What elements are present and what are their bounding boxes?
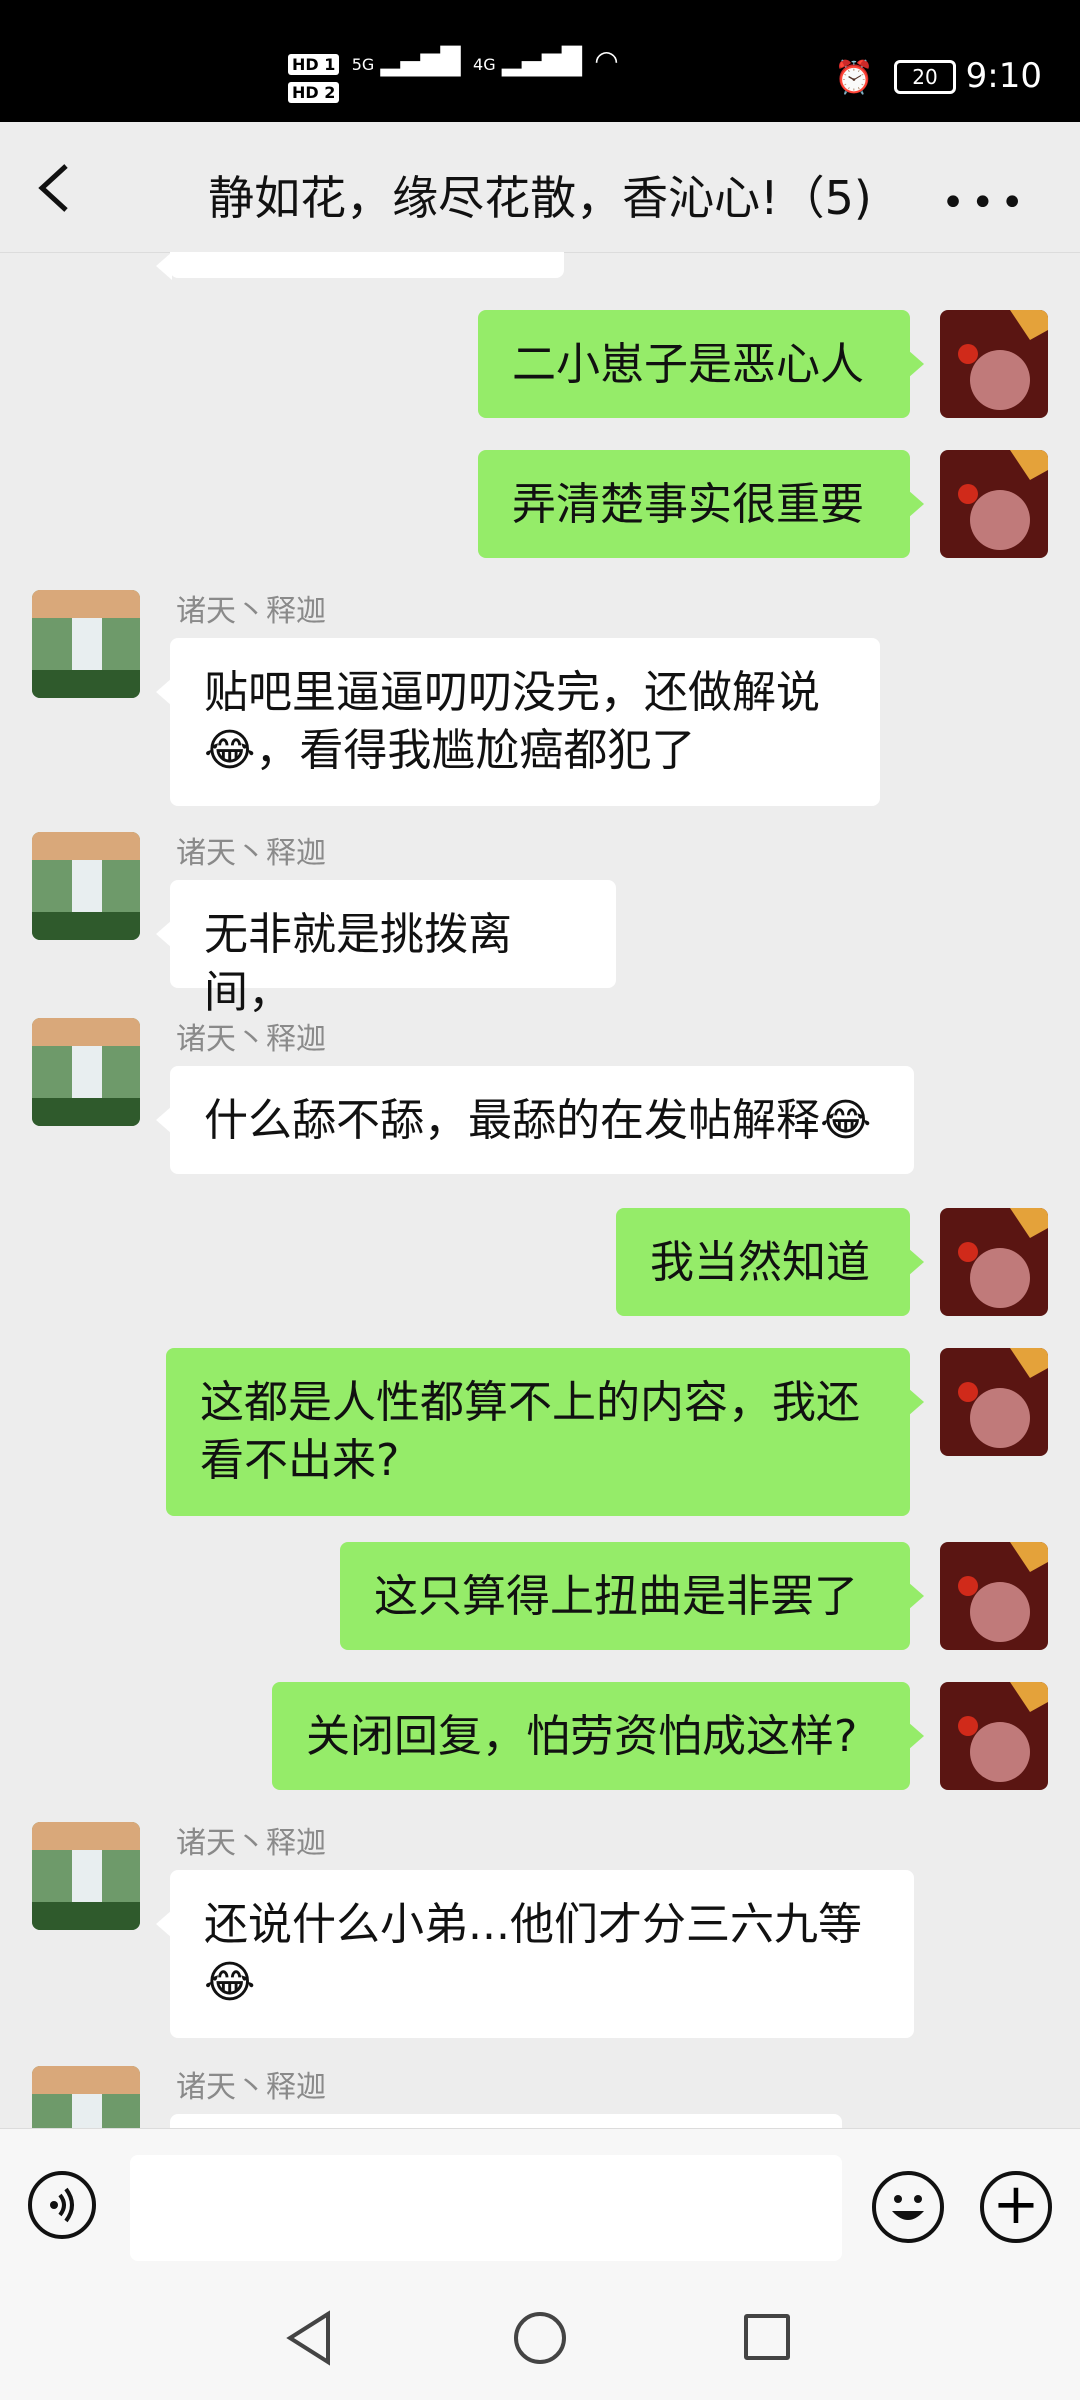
message-text: 什么舔不舔，最舔的在发帖解释😂 (204, 1095, 872, 1146)
clock: 9:10 (965, 56, 1042, 96)
plus-icon[interactable]: + (980, 2171, 1052, 2243)
message-list[interactable]: 二小崽子是恶心人 弄清楚事实很重要 诸天丶释迦 贴吧里逼逼叨叨没完，还做解说 😂… (0, 252, 1080, 2128)
more-options-icon[interactable]: ••• (941, 180, 1030, 226)
message-bubble[interactable]: 这都是人性都算不上的内容，我还 看不出来? (166, 1348, 924, 1516)
alarm-icon: ⏰ (834, 58, 874, 96)
message-text-line: 😂，看得我尴尬癌都犯了 (204, 725, 696, 776)
hd2-badge: HD 2 (288, 82, 340, 103)
network-5g: 5G (351, 55, 375, 74)
sender-name: 诸天丶释迦 (176, 1022, 326, 1057)
message-bubble[interactable]: 这只算得上扭曲是非罢了 (340, 1542, 924, 1650)
system-nav-bar (0, 2284, 1080, 2400)
message-bubble[interactable]: 贴吧里逼逼叨叨没完，还做解说 😂，看得我尴尬癌都犯了 (156, 638, 880, 806)
my-avatar[interactable] (940, 1542, 1048, 1650)
message-text-line: 这都是人性都算不上的内容，我还 (200, 1377, 860, 1428)
message-bubble[interactable]: 关闭回复，怕劳资怕成这样? (272, 1682, 924, 1790)
message-bubble[interactable]: 二小崽子是恶心人 (478, 310, 924, 418)
sender-avatar[interactable] (32, 1018, 140, 1126)
my-avatar[interactable] (940, 450, 1048, 558)
sender-name: 诸天丶释迦 (176, 2070, 326, 2105)
message-text-line: 还说什么小弟...他们才分三六九等 (204, 1899, 862, 1950)
nav-home-icon[interactable] (514, 2312, 566, 2364)
message-bubble[interactable]: 我当然知道 (616, 1208, 924, 1316)
message-text: 关闭回复，怕劳资怕成这样? (306, 1711, 858, 1762)
sender-name: 诸天丶释迦 (176, 836, 326, 871)
signal-icon: ▂▄▆█ (380, 47, 461, 77)
battery-icon: 20 (894, 60, 956, 94)
signal-indicators: HD 1 5G ▂▄▆█ 4G ▂▄▆█ ◠ HD 2 (288, 44, 619, 107)
my-avatar[interactable] (940, 310, 1048, 418)
input-bar: + (0, 2128, 1080, 2285)
my-avatar[interactable] (940, 1348, 1048, 1456)
chat-title: 静如花，缘尽花散，香沁心!（5) (208, 171, 872, 225)
message-bubble[interactable] (170, 2114, 842, 2128)
chat-header: 静如花，缘尽花散，香沁心!（5) ••• (0, 122, 1080, 253)
wifi-icon: ◠ (594, 44, 619, 77)
nav-back-icon[interactable] (284, 2308, 334, 2368)
message-text-line: 看不出来? (200, 1435, 400, 1486)
my-avatar[interactable] (940, 1682, 1048, 1790)
message-bubble[interactable]: 什么舔不舔，最舔的在发帖解释😂 (156, 1066, 914, 1174)
my-avatar[interactable] (940, 1208, 1048, 1316)
message-text: 我当然知道 (650, 1237, 870, 1288)
message-bubble[interactable]: 无非就是挑拨离间， (156, 880, 616, 1018)
message-bubble[interactable]: 还说什么小弟...他们才分三六九等 😂 (156, 1870, 914, 2038)
sender-name: 诸天丶释迦 (176, 1826, 326, 1861)
emoji-icon[interactable] (872, 2171, 944, 2243)
signal-icon-2: ▂▄▆█ (501, 47, 582, 77)
message-input[interactable] (130, 2155, 842, 2261)
message-text: 二小崽子是恶心人 (512, 339, 864, 390)
sender-avatar[interactable] (32, 1822, 140, 1930)
nav-recents-icon[interactable] (744, 2314, 790, 2360)
message-bubble[interactable]: 弄清楚事实很重要 (478, 450, 924, 558)
message-text: 无非就是挑拨离间， (204, 909, 512, 1018)
sender-avatar[interactable] (32, 832, 140, 940)
status-bar: HD 1 5G ▂▄▆█ 4G ▂▄▆█ ◠ HD 2 ⏰ 20 9:10 (0, 0, 1080, 122)
message-text: 这只算得上扭曲是非罢了 (374, 1571, 858, 1622)
sender-name: 诸天丶释迦 (176, 594, 326, 629)
message-text-line: 贴吧里逼逼叨叨没完，还做解说 (204, 667, 820, 718)
voice-input-icon[interactable] (28, 2171, 96, 2239)
network-4g: 4G (473, 55, 496, 74)
message-text-line: 😂 (204, 1957, 256, 2008)
message-bubble-partial (156, 252, 564, 280)
message-text: 弄清楚事实很重要 (512, 479, 864, 530)
sender-avatar[interactable] (32, 2066, 140, 2128)
hd1-badge: HD 1 (288, 54, 340, 75)
sender-avatar[interactable] (32, 590, 140, 698)
